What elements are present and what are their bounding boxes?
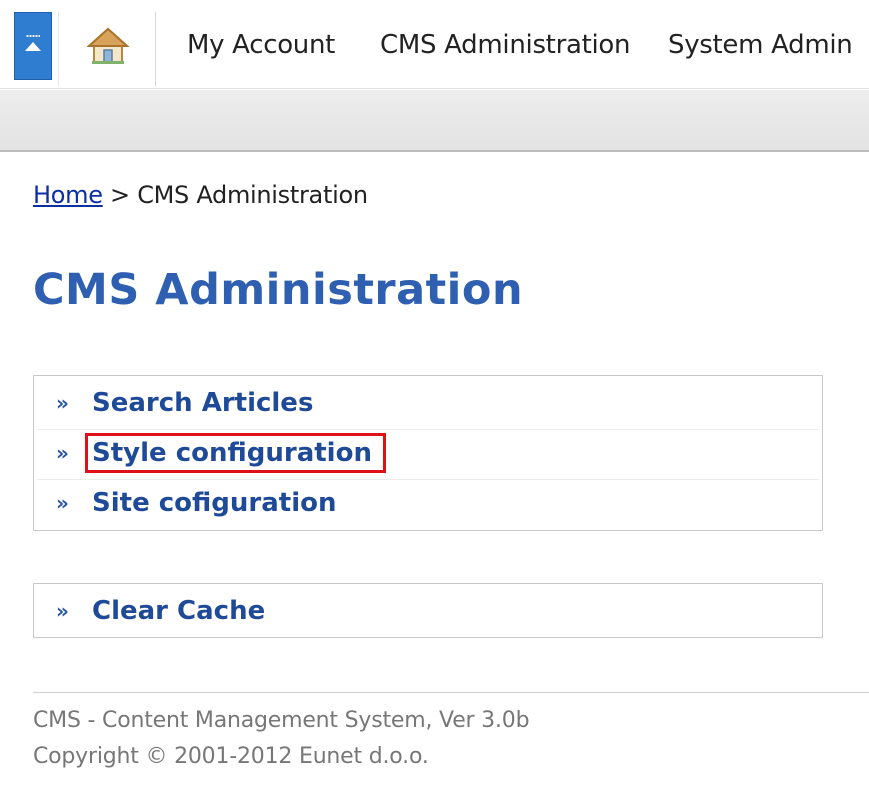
collapse-up-icon[interactable] [14, 12, 52, 80]
sub-navigation-bar [0, 89, 869, 152]
menu-item-search-articles[interactable]: » Search Articles [37, 380, 819, 430]
collapse-dots [26, 35, 40, 37]
admin-menu: » Search Articles » Style configuration … [33, 375, 823, 531]
home-button[interactable] [60, 12, 156, 86]
breadcrumb: Home > CMS Administration [33, 181, 368, 209]
highlight-box [85, 433, 386, 473]
menu-item-site-configuration[interactable]: » Site cofiguration [37, 480, 819, 530]
menu-item-clear-cache[interactable]: » Clear Cache [37, 588, 819, 638]
menu-item-style-configuration[interactable]: » Style configuration [37, 430, 819, 480]
double-chevron-right-icon: » [56, 391, 69, 415]
nav-system-admin[interactable]: System Admin [668, 30, 853, 60]
breadcrumb-home-link[interactable]: Home [33, 181, 103, 209]
footer-divider [33, 692, 869, 693]
page-title: CMS Administration [33, 265, 524, 315]
double-chevron-right-icon: » [56, 599, 69, 623]
search-articles-link[interactable]: Search Articles [92, 388, 313, 418]
nav-cms-administration[interactable]: CMS Administration [380, 30, 631, 60]
clear-cache-link[interactable]: Clear Cache [92, 596, 265, 626]
cache-menu: » Clear Cache [33, 583, 823, 638]
collapse-arrow [25, 42, 41, 51]
footer-copyright: Copyright © 2001-2012 Eunet d.o.o. [33, 744, 429, 769]
top-navigation: My Account CMS Administration System Adm… [0, 0, 869, 89]
footer-version: CMS - Content Management System, Ver 3.0… [33, 708, 530, 733]
breadcrumb-current: CMS Administration [137, 181, 368, 209]
site-configuration-link[interactable]: Site cofiguration [92, 488, 337, 518]
breadcrumb-separator: > [110, 181, 130, 209]
double-chevron-right-icon: » [56, 491, 69, 515]
double-chevron-right-icon: » [56, 441, 69, 465]
home-icon [86, 27, 130, 64]
nav-divider [58, 12, 59, 86]
nav-my-account[interactable]: My Account [187, 30, 335, 60]
